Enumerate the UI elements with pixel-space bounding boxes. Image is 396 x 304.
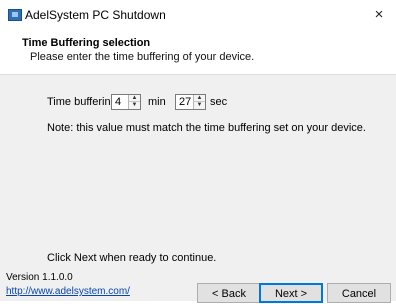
seconds-stepper-arrows[interactable]: ▲ ▼ bbox=[193, 95, 205, 109]
minutes-stepper-arrows[interactable]: ▲ ▼ bbox=[128, 95, 140, 109]
time-buffering-label: Time buffering: bbox=[47, 96, 120, 108]
chevron-down-icon[interactable]: ▼ bbox=[129, 102, 140, 109]
version-text: Version 1.1.0.0 bbox=[6, 272, 73, 283]
back-button[interactable]: < Back bbox=[197, 283, 261, 303]
seconds-value[interactable]: 27 bbox=[179, 95, 191, 109]
wizard-header: Time Buffering selection Please enter th… bbox=[0, 30, 396, 75]
continue-hint: Click Next when ready to continue. bbox=[47, 252, 217, 264]
seconds-stepper[interactable]: 27 ▲ ▼ bbox=[175, 94, 206, 110]
minutes-stepper[interactable]: 4 ▲ ▼ bbox=[111, 94, 141, 110]
window-title: AdelSystem PC Shutdown bbox=[25, 8, 166, 22]
chevron-up-icon[interactable]: ▲ bbox=[194, 95, 205, 102]
website-link[interactable]: http://www.adelsystem.com/ bbox=[6, 286, 130, 297]
seconds-unit-label: sec bbox=[210, 96, 228, 108]
minutes-value[interactable]: 4 bbox=[115, 95, 121, 109]
cancel-button[interactable]: Cancel bbox=[327, 283, 391, 303]
title-bar: AdelSystem PC Shutdown × bbox=[0, 0, 396, 30]
minutes-unit-label: min bbox=[148, 96, 166, 108]
note-text: Note: this value must match the time buf… bbox=[47, 122, 366, 134]
chevron-up-icon[interactable]: ▲ bbox=[129, 95, 140, 102]
page-title: Time Buffering selection bbox=[22, 37, 151, 49]
page-subtitle: Please enter the time buffering of your … bbox=[30, 51, 255, 63]
chevron-down-icon[interactable]: ▼ bbox=[194, 102, 205, 109]
wizard-content: Time buffering: 4 ▲ ▼ min 27 ▲ ▼ sec Not… bbox=[0, 75, 396, 269]
close-icon[interactable]: × bbox=[362, 0, 396, 30]
next-button[interactable]: Next > bbox=[259, 283, 323, 303]
monitor-icon bbox=[8, 9, 22, 21]
wizard-footer: Version 1.1.0.0 http://www.adelsystem.co… bbox=[0, 269, 396, 303]
